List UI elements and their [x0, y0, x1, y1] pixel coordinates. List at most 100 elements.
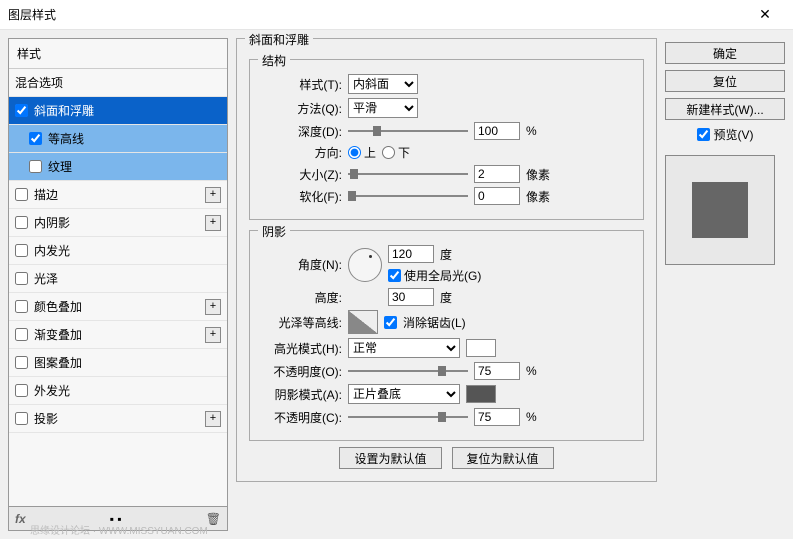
- preview-checkbox[interactable]: [697, 128, 710, 141]
- angle-label: 角度(N):: [262, 256, 342, 273]
- style-item-9[interactable]: 图案叠加: [9, 349, 227, 377]
- style-label: 内阴影: [34, 214, 205, 231]
- dialog-body: 样式 混合选项 斜面和浮雕等高线纹理描边+内阴影+内发光光泽颜色叠加+渐变叠加+…: [0, 30, 793, 539]
- blending-options[interactable]: 混合选项: [9, 69, 227, 97]
- direction-up-radio[interactable]: [348, 146, 361, 159]
- add-instance-icon[interactable]: +: [205, 411, 221, 427]
- style-label: 样式(T):: [262, 76, 342, 93]
- opacity2-input[interactable]: [474, 408, 520, 426]
- opacity2-label: 不透明度(C):: [262, 409, 342, 426]
- style-item-8[interactable]: 渐变叠加+: [9, 321, 227, 349]
- shadow-color-swatch[interactable]: [466, 385, 496, 403]
- style-checkbox[interactable]: [29, 160, 42, 173]
- style-item-7[interactable]: 颜色叠加+: [9, 293, 227, 321]
- style-label: 描边: [34, 186, 205, 203]
- add-instance-icon[interactable]: +: [205, 327, 221, 343]
- size-slider[interactable]: [348, 167, 468, 181]
- size-label: 大小(Z):: [262, 166, 342, 183]
- altitude-unit: 度: [440, 289, 452, 306]
- right-column: 确定 复位 新建样式(W)... 预览(V): [665, 38, 785, 531]
- style-checkbox[interactable]: [15, 188, 28, 201]
- antialias-checkbox[interactable]: [384, 316, 397, 329]
- style-item-2[interactable]: 纹理: [9, 153, 227, 181]
- reset-button[interactable]: 复位: [665, 70, 785, 92]
- style-checkbox[interactable]: [15, 272, 28, 285]
- style-label: 光泽: [34, 270, 221, 287]
- angle-unit: 度: [440, 246, 452, 263]
- soften-slider[interactable]: [348, 189, 468, 203]
- style-label: 等高线: [48, 130, 221, 147]
- opacity1-slider[interactable]: [348, 364, 468, 378]
- preview-label: 预览(V): [714, 126, 754, 143]
- soften-input[interactable]: [474, 187, 520, 205]
- add-instance-icon[interactable]: +: [205, 215, 221, 231]
- titlebar: 图层样式 ✕: [0, 0, 793, 30]
- technique-select[interactable]: 平滑: [348, 98, 418, 118]
- style-item-0[interactable]: 斜面和浮雕: [9, 97, 227, 125]
- add-instance-icon[interactable]: +: [205, 299, 221, 315]
- highlight-mode-select[interactable]: 正常: [348, 338, 460, 358]
- style-select[interactable]: 内斜面: [348, 74, 418, 94]
- down-label: 下: [398, 144, 410, 161]
- style-label: 外发光: [34, 382, 221, 399]
- shading-title: 阴影: [258, 223, 290, 240]
- opacity2-unit: %: [526, 410, 537, 424]
- direction-down-radio[interactable]: [382, 146, 395, 159]
- style-item-5[interactable]: 内发光: [9, 237, 227, 265]
- highlight-mode-label: 高光模式(H):: [262, 340, 342, 357]
- soften-unit: 像素: [526, 188, 550, 205]
- altitude-label: 高度:: [262, 289, 342, 306]
- depth-unit: %: [526, 124, 537, 138]
- close-icon[interactable]: ✕: [745, 6, 785, 23]
- style-checkbox[interactable]: [15, 412, 28, 425]
- gloss-contour-picker[interactable]: [348, 310, 378, 334]
- shadow-mode-select[interactable]: 正片叠底: [348, 384, 460, 404]
- new-style-button[interactable]: 新建样式(W)...: [665, 98, 785, 120]
- angle-dial[interactable]: [348, 248, 382, 282]
- bevel-title: 斜面和浮雕: [245, 31, 313, 48]
- make-default-button[interactable]: 设置为默认值: [339, 447, 441, 469]
- size-input[interactable]: [474, 165, 520, 183]
- opacity2-slider[interactable]: [348, 410, 468, 424]
- styles-column: 样式 混合选项 斜面和浮雕等高线纹理描边+内阴影+内发光光泽颜色叠加+渐变叠加+…: [8, 38, 228, 531]
- style-checkbox[interactable]: [15, 384, 28, 397]
- style-checkbox[interactable]: [15, 104, 28, 117]
- bevel-group: 斜面和浮雕 结构 样式(T): 内斜面 方法(Q): 平滑 深度(D): %: [236, 38, 657, 482]
- structure-title: 结构: [258, 52, 290, 69]
- style-label: 内发光: [34, 242, 221, 259]
- style-item-10[interactable]: 外发光: [9, 377, 227, 405]
- style-item-4[interactable]: 内阴影+: [9, 209, 227, 237]
- style-checkbox[interactable]: [15, 244, 28, 257]
- style-item-1[interactable]: 等高线: [9, 125, 227, 153]
- opacity1-label: 不透明度(O):: [262, 363, 342, 380]
- style-checkbox[interactable]: [15, 300, 28, 313]
- style-checkbox[interactable]: [29, 132, 42, 145]
- add-instance-icon[interactable]: +: [205, 187, 221, 203]
- window-title: 图层样式: [8, 6, 745, 23]
- ok-button[interactable]: 确定: [665, 42, 785, 64]
- highlight-color-swatch[interactable]: [466, 339, 496, 357]
- up-label: 上: [364, 144, 376, 161]
- style-label: 斜面和浮雕: [34, 102, 221, 119]
- depth-slider[interactable]: [348, 124, 468, 138]
- reset-default-button[interactable]: 复位为默认值: [452, 447, 554, 469]
- technique-label: 方法(Q):: [262, 100, 342, 117]
- style-item-11[interactable]: 投影+: [9, 405, 227, 433]
- style-label: 颜色叠加: [34, 298, 205, 315]
- style-label: 纹理: [48, 158, 221, 175]
- style-checkbox[interactable]: [15, 328, 28, 341]
- depth-input[interactable]: [474, 122, 520, 140]
- trash-icon[interactable]: 🗑: [206, 512, 221, 526]
- style-item-3[interactable]: 描边+: [9, 181, 227, 209]
- style-label: 渐变叠加: [34, 326, 205, 343]
- fx-icon[interactable]: fx: [15, 512, 26, 526]
- style-checkbox[interactable]: [15, 216, 28, 229]
- altitude-input[interactable]: [388, 288, 434, 306]
- global-light-checkbox[interactable]: [388, 269, 401, 282]
- angle-input[interactable]: [388, 245, 434, 263]
- styles-list: 样式 混合选项 斜面和浮雕等高线纹理描边+内阴影+内发光光泽颜色叠加+渐变叠加+…: [8, 38, 228, 507]
- style-checkbox[interactable]: [15, 356, 28, 369]
- opacity1-input[interactable]: [474, 362, 520, 380]
- styles-header: 样式: [9, 39, 227, 69]
- style-item-6[interactable]: 光泽: [9, 265, 227, 293]
